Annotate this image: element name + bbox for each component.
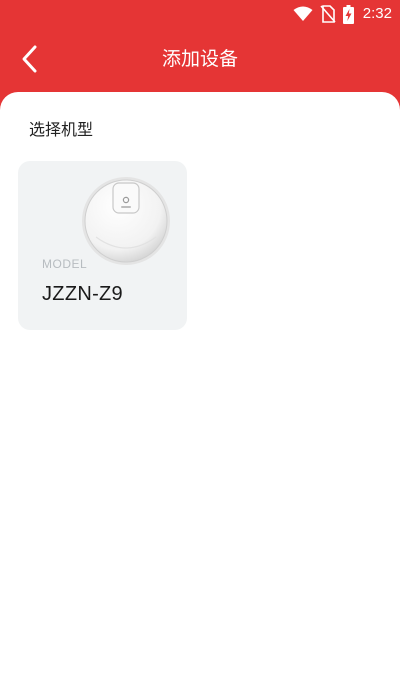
model-card-jzzn-z9[interactable]: MODEL JZZN-Z9 — [18, 161, 187, 330]
status-time: 2:32 — [362, 5, 392, 22]
section-title: 选择机型 — [29, 120, 94, 139]
main-content: 选择机型 MODEL JZZN-Z9 — [0, 92, 400, 700]
battery-charging-icon — [342, 4, 354, 24]
page-title: 添加设备 — [161, 48, 238, 70]
wifi-icon — [293, 6, 313, 21]
robot-vacuum-icon — [82, 177, 170, 265]
status-bar: 2:32 — [0, 0, 400, 28]
status-icons: 2:32 — [293, 4, 392, 24]
no-sim-icon — [320, 5, 336, 23]
model-name: JZZN-Z9 — [42, 283, 123, 305]
nav-bar: 添加设备 — [0, 28, 400, 90]
model-caption: MODEL — [42, 257, 88, 271]
chevron-left-icon — [22, 45, 37, 73]
back-button[interactable] — [10, 38, 50, 80]
